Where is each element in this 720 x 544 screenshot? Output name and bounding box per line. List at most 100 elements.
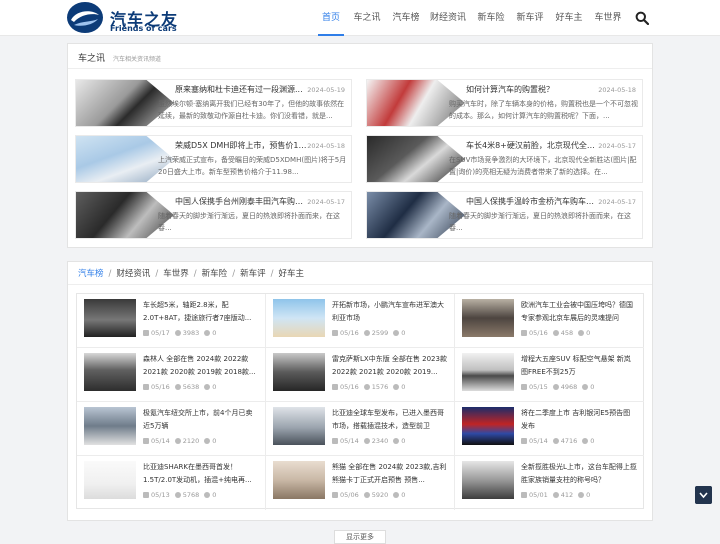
ranking-item-title[interactable]: 将在二季度上市 吉利银河E5预告图发布 bbox=[521, 407, 637, 431]
clock-icon bbox=[332, 384, 338, 390]
item-views: 3983 bbox=[182, 329, 200, 337]
clock-icon bbox=[143, 438, 149, 444]
nav-finance[interactable]: 财经资讯 bbox=[430, 0, 466, 36]
nav-owners[interactable]: 好车主 bbox=[554, 0, 584, 36]
comment-icon bbox=[578, 492, 585, 498]
tab-world[interactable]: 车世界 bbox=[163, 267, 189, 279]
ranking-item[interactable]: 比亚迪SHARK在墨西哥首发！1.5T/2.0T发动机，插混+纯电再... 05… bbox=[77, 456, 266, 510]
eye-icon bbox=[363, 384, 370, 390]
ranking-item-title[interactable]: 欧洲汽车工业会被中国压垮吗？德国专家参观北京车展后的灵魂提问 bbox=[521, 299, 637, 323]
ranking-item[interactable]: 全新揽胜极光L上市，这台车配得上揽胜家族销量支柱的称号吗？ 05/01 412 0 bbox=[455, 456, 644, 510]
ranking-thumbnail[interactable] bbox=[84, 299, 136, 337]
ranking-item-title[interactable]: 车长超5米，轴距2.8米，配2.0T+8AT，捷途旅行者7座版动... bbox=[143, 299, 259, 323]
clock-icon bbox=[332, 438, 338, 444]
clock-icon bbox=[143, 330, 149, 336]
eye-icon bbox=[363, 330, 370, 336]
ranking-thumbnail[interactable] bbox=[84, 461, 136, 499]
ranking-item[interactable]: 雷克萨斯LX中东版 全部在售 2023款 2022款 2021款 2020款 2… bbox=[266, 348, 455, 402]
news-card-date: 2024-05-18 bbox=[598, 86, 636, 94]
ranking-item[interactable]: 熊猫 全部在售 2024款 2023款,吉利熊猫卡丁正式开启预售 预售... 0… bbox=[266, 456, 455, 510]
ranking-item-title[interactable]: 森林人 全部在售 2024款 2022款 2021款 2020款 2019款 2… bbox=[143, 353, 259, 377]
news-card-title[interactable]: 如何计算汽车的购置税？ bbox=[466, 84, 600, 95]
ranking-item[interactable]: 开拓新市场，小鹏汽车宣布进军澳大利亚市场 05/16 2599 0 bbox=[266, 294, 455, 348]
ranking-item[interactable]: 欧洲汽车工业会被中国压垮吗？德国专家参观北京车展后的灵魂提问 05/16 458 0 bbox=[455, 294, 644, 348]
item-comments: 0 bbox=[401, 329, 406, 337]
news-panel-title[interactable]: 车之讯 bbox=[78, 51, 105, 64]
nav-home[interactable]: 首页 bbox=[318, 0, 344, 36]
ranking-item[interactable]: 将在二季度上市 吉利银河E5预告图发布 05/14 4716 0 bbox=[455, 402, 644, 456]
nav-reviews[interactable]: 新车评 bbox=[515, 0, 545, 36]
news-card-title[interactable]: 车长4米8+硬汉前脸，北京现代全新... bbox=[466, 140, 600, 151]
news-card[interactable]: 中国人保携手台州刚泰丰田汽车购车... 2024-05-17 随着春天的脚步渐行… bbox=[75, 191, 352, 239]
tab-insurance[interactable]: 新车险 bbox=[202, 267, 228, 279]
ranking-item[interactable]: 车长超5米，轴距2.8米，配2.0T+8AT，捷途旅行者7座版动... 05/1… bbox=[77, 294, 266, 348]
ranking-thumbnail[interactable] bbox=[84, 407, 136, 445]
ranking-thumbnail[interactable] bbox=[84, 353, 136, 391]
eye-icon bbox=[363, 492, 370, 498]
news-card-title[interactable]: 原来塞纳和杜卡迪还有过一段渊源... bbox=[175, 84, 309, 95]
news-card[interactable]: 如何计算汽车的购置税？ 2024-05-18 购买汽车时，除了车辆本身的价格，购… bbox=[366, 79, 643, 127]
tab-reviews[interactable]: 新车评 bbox=[240, 267, 266, 279]
news-card-title[interactable]: 荣威D5X DMH即将上市，预售价11.... bbox=[175, 140, 309, 151]
search-icon[interactable] bbox=[635, 11, 649, 25]
clock-icon bbox=[332, 492, 338, 498]
item-date: 05/14 bbox=[529, 437, 548, 445]
ranking-item-meta: 05/17 3983 0 bbox=[143, 329, 221, 337]
divider bbox=[68, 68, 652, 69]
ranking-item-meta: 05/14 2340 0 bbox=[332, 437, 410, 445]
chevron-down-icon[interactable] bbox=[695, 486, 712, 504]
nav-news[interactable]: 车之讯 bbox=[352, 0, 382, 36]
show-more-button[interactable]: 显示更多 bbox=[334, 530, 386, 544]
ranking-item-title[interactable]: 增程大五座SUV 标配空气悬架 新岚图FREE不到25万 bbox=[521, 353, 637, 377]
nav-insurance[interactable]: 新车险 bbox=[476, 0, 506, 36]
item-views: 4968 bbox=[560, 383, 578, 391]
item-comments: 0 bbox=[212, 437, 217, 445]
ranking-thumbnail[interactable] bbox=[462, 299, 514, 337]
ranking-item-meta: 05/15 4968 0 bbox=[521, 383, 599, 391]
news-panel-subtitle: 汽车相关资讯频道 bbox=[113, 56, 162, 63]
tab-ranking[interactable]: 汽车榜 bbox=[78, 267, 104, 279]
clock-icon bbox=[143, 492, 149, 498]
ranking-thumbnail[interactable] bbox=[462, 407, 514, 445]
ranking-item-title[interactable]: 雷克萨斯LX中东版 全部在售 2023款 2022款 2021款 2020款 2… bbox=[332, 353, 448, 377]
tab-finance[interactable]: 财经资讯 bbox=[116, 267, 150, 279]
item-comments: 0 bbox=[586, 329, 591, 337]
ranking-item-title[interactable]: 全新揽胜极光L上市，这台车配得上揽胜家族销量支柱的称号吗？ bbox=[521, 461, 637, 485]
eye-icon bbox=[174, 330, 181, 336]
ranking-thumbnail[interactable] bbox=[273, 461, 325, 499]
ranking-thumbnail[interactable] bbox=[273, 353, 325, 391]
comment-icon bbox=[393, 330, 400, 336]
ranking-thumbnail[interactable] bbox=[273, 407, 325, 445]
news-card-title[interactable]: 中国人保携手台州刚泰丰田汽车购车... bbox=[175, 196, 309, 207]
ranking-item[interactable]: 森林人 全部在售 2024款 2022款 2021款 2020款 2019款 2… bbox=[77, 348, 266, 402]
ranking-item-title[interactable]: 极氪汽车纽交所上市，前4个月已卖近5万辆 bbox=[143, 407, 259, 431]
ranking-item-title[interactable]: 比亚迪SHARK在墨西哥首发！1.5T/2.0T发动机，插混+纯电再... bbox=[143, 461, 259, 485]
comment-icon bbox=[204, 330, 211, 336]
news-card-desc: 虽然埃尔顿·塞纳离开我们已经有30年了，但他的故事依然在延续，最新的致敬动作源自… bbox=[158, 100, 345, 120]
item-comments: 0 bbox=[401, 437, 406, 445]
tab-owners[interactable]: 好车主 bbox=[278, 267, 304, 279]
news-card[interactable]: 车长4米8+硬汉前脸，北京现代全新... 2024-05-17 在SUV市场竞争… bbox=[366, 135, 643, 183]
news-card-title[interactable]: 中国人保携手温岭市金桥汽车购车嘉... bbox=[466, 196, 600, 207]
news-card[interactable]: 荣威D5X DMH即将上市，预售价11.... 2024-05-18 上汽荣威正… bbox=[75, 135, 352, 183]
ranking-item[interactable]: 比亚迪全球车型发布，已进入墨西哥市场，搭载插混技术，造型前卫 05/14 2340… bbox=[266, 402, 455, 456]
news-card[interactable]: 原来塞纳和杜卡迪还有过一段渊源... 2024-05-19 虽然埃尔顿·塞纳离开… bbox=[75, 79, 352, 127]
ranking-thumbnail[interactable] bbox=[462, 353, 514, 391]
news-card[interactable]: 中国人保携手温岭市金桥汽车购车嘉... 2024-05-17 随着春天的脚步渐行… bbox=[366, 191, 643, 239]
ranking-item-title[interactable]: 开拓新市场，小鹏汽车宣布进军澳大利亚市场 bbox=[332, 299, 448, 323]
item-views: 412 bbox=[560, 491, 574, 499]
item-comments: 0 bbox=[401, 383, 406, 391]
ranking-item[interactable]: 增程大五座SUV 标配空气悬架 新岚图FREE不到25万 05/15 4968 0 bbox=[455, 348, 644, 402]
news-panel: 车之讯 汽车相关资讯频道 原来塞纳和杜卡迪还有过一段渊源... 2024-05-… bbox=[67, 43, 653, 248]
item-views: 5638 bbox=[182, 383, 200, 391]
ranking-item[interactable]: 极氪汽车纽交所上市，前4个月已卖近5万辆 05/14 2120 0 bbox=[77, 402, 266, 456]
ranking-item-title[interactable]: 熊猫 全部在售 2024款 2023款,吉利熊猫卡丁正式开启预售 预售... bbox=[332, 461, 448, 485]
item-views: 458 bbox=[560, 329, 574, 337]
ranking-tabs: 汽车榜 / 财经资讯 / 车世界 / 新车险 / 新车评 / 好车主 bbox=[78, 267, 304, 279]
car-logo-icon[interactable] bbox=[66, 1, 104, 34]
nav-ranking[interactable]: 汽车榜 bbox=[391, 0, 421, 36]
ranking-thumbnail[interactable] bbox=[273, 299, 325, 337]
ranking-item-title[interactable]: 比亚迪全球车型发布，已进入墨西哥市场，搭载插混技术，造型前卫 bbox=[332, 407, 448, 431]
nav-world[interactable]: 车世界 bbox=[593, 0, 623, 36]
ranking-thumbnail[interactable] bbox=[462, 461, 514, 499]
